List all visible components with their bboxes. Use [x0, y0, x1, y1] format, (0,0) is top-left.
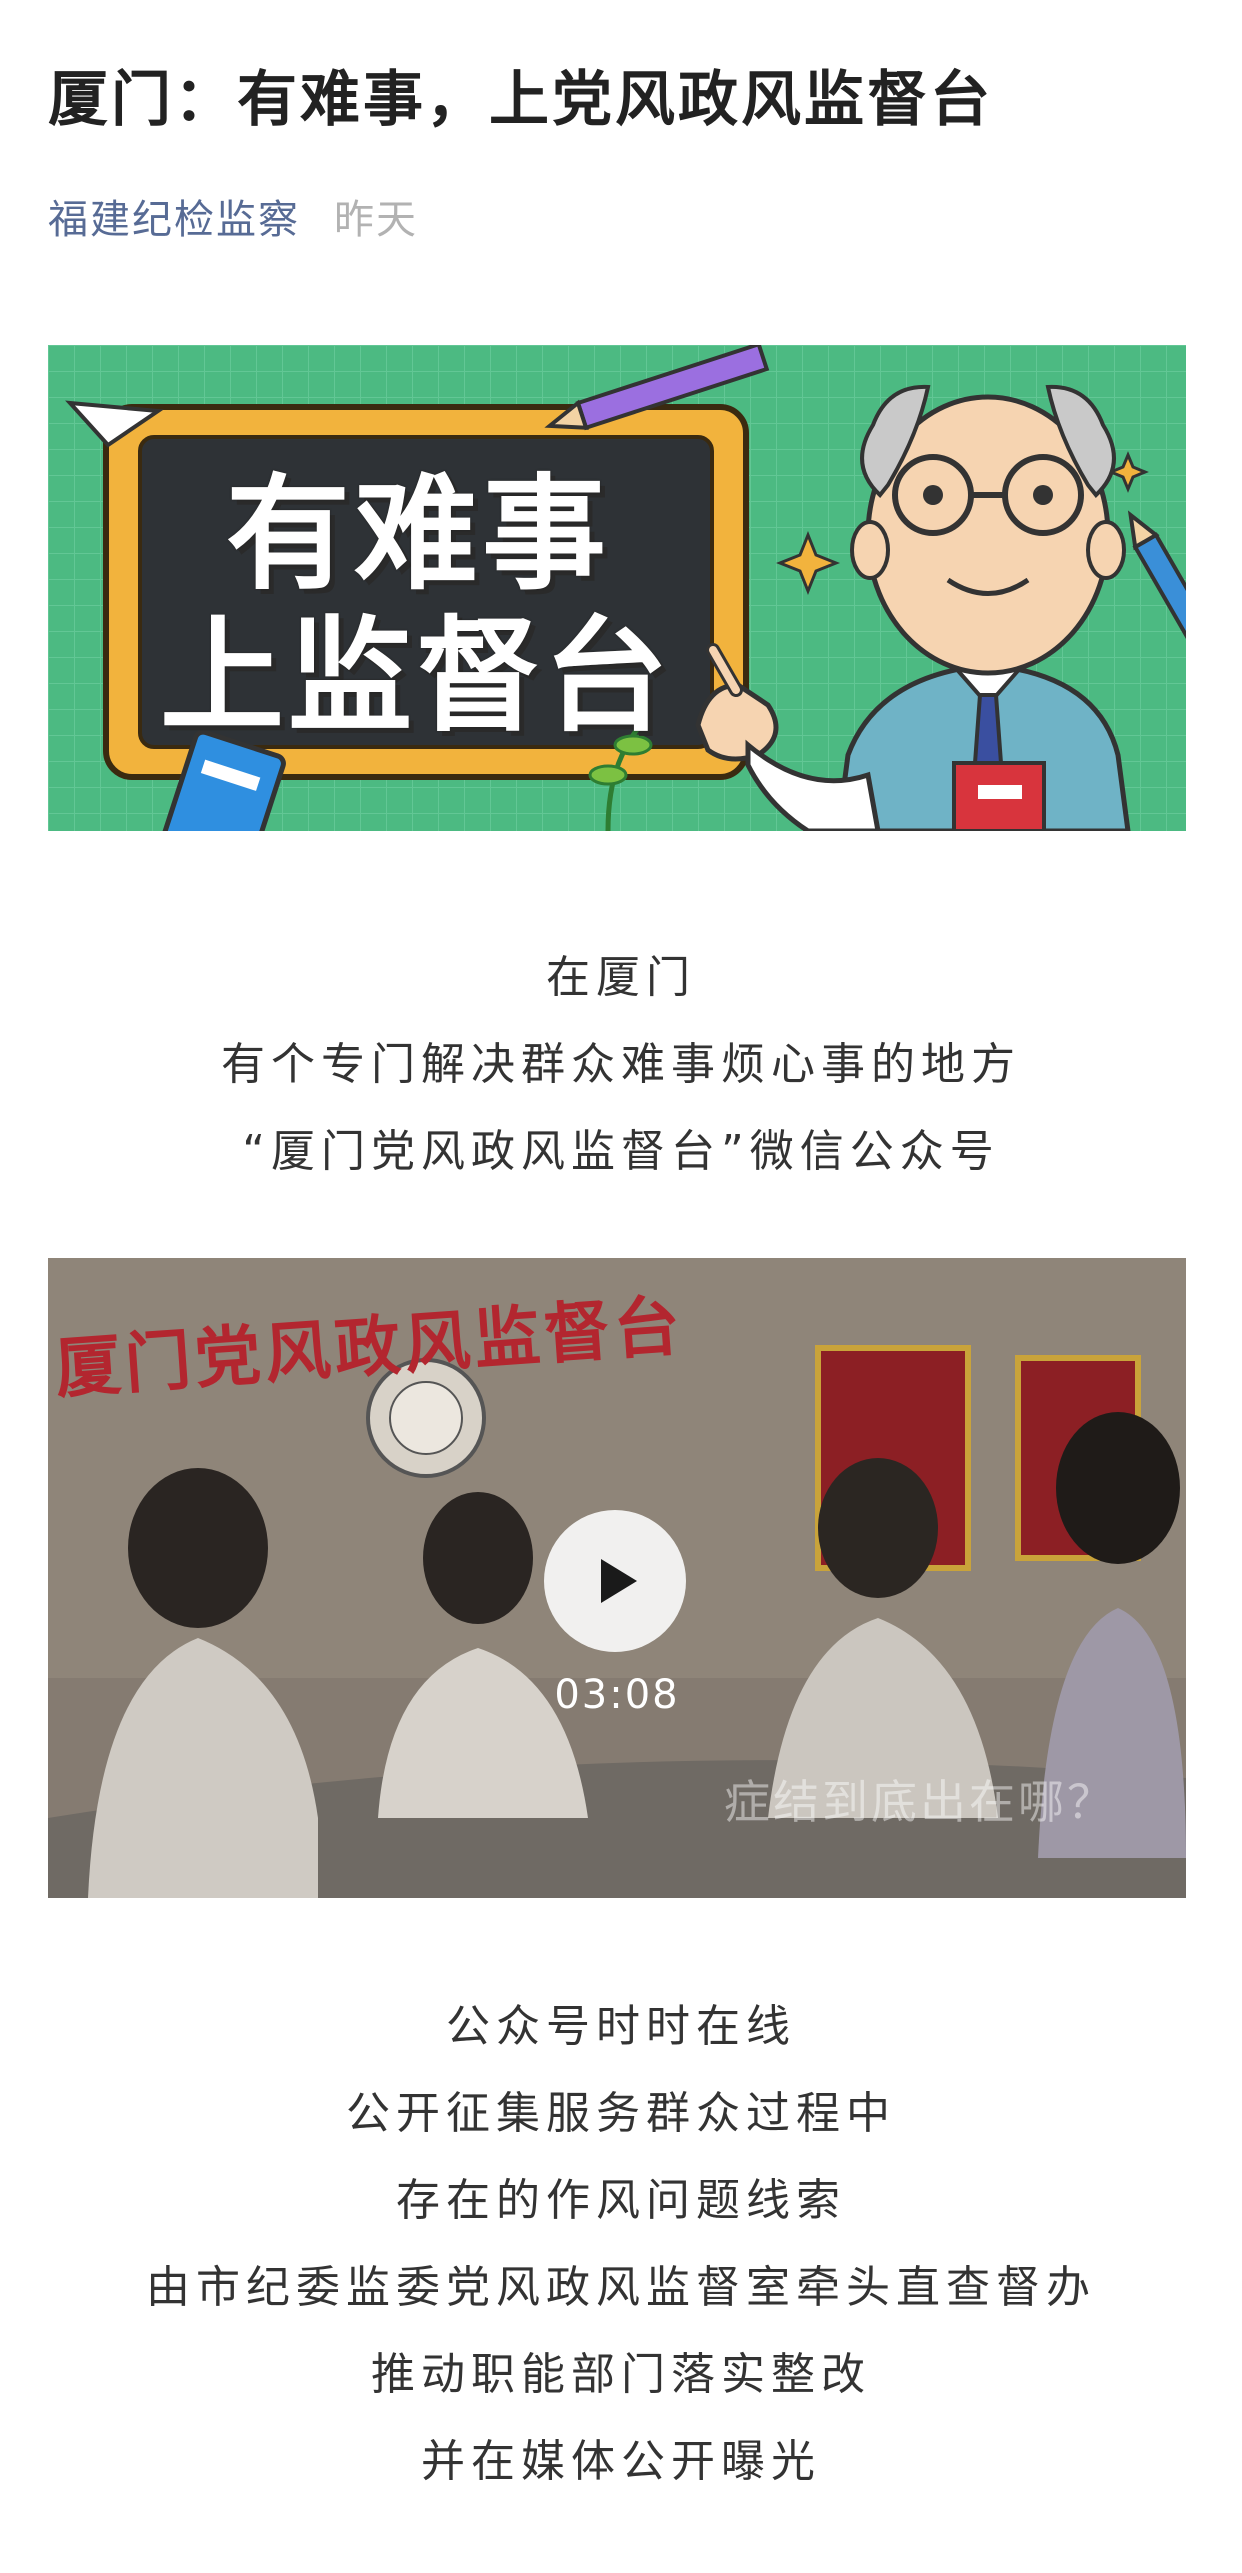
video-subtitle: 症结到底出在哪？: [724, 1775, 1116, 1829]
body-line: 由市纪委监委党风政风监督室牵头直查督办: [146, 2262, 1096, 2313]
article-meta: 福建纪检监察 昨天: [48, 187, 418, 245]
banner-headline: 有难事 上监督台: [48, 345, 768, 831]
banner-line-2: 上监督台: [160, 605, 673, 749]
intro-text: 在厦门 有个专门解决群众难事烦心事的地方 “厦门党风政风监督台”微信公众号: [0, 934, 1242, 1195]
body-line: 公众号时时在线: [446, 2001, 796, 2052]
banner-image[interactable]: 有难事 上监督台: [48, 345, 1186, 831]
account-name-link[interactable]: 福建纪检监察: [48, 187, 300, 245]
publish-date: 昨天: [334, 197, 418, 243]
intro-line: “厦门党风政风监督台”微信公众号: [242, 1126, 1000, 1177]
body-line: 存在的作风问题线索: [396, 2175, 846, 2226]
video-duration: 03:08: [554, 1672, 680, 1718]
intro-line: 在厦门: [546, 952, 696, 1003]
article-page: 厦门：有难事，上党风政风监督台 福建纪检监察 昨天 有难事 上监督台 在厦门 有…: [0, 0, 1242, 2573]
body-line: 并在媒体公开曝光: [421, 2436, 821, 2487]
body-text: 公众号时时在线 公开征集服务群众过程中 存在的作风问题线索 由市纪委监委党风政风…: [0, 1983, 1242, 2505]
video-player[interactable]: 厦门党风政风监督台 03:08 症结到底出在哪？: [48, 1258, 1186, 1898]
article-title: 厦门：有难事，上党风政风监督台: [48, 65, 993, 135]
body-line: 推动职能部门落实整改: [371, 2349, 871, 2400]
body-line: 公开征集服务群众过程中: [346, 2088, 896, 2139]
play-icon: [601, 1559, 637, 1603]
play-button[interactable]: [544, 1510, 686, 1652]
intro-line: 有个专门解决群众难事烦心事的地方: [221, 1039, 1021, 1090]
